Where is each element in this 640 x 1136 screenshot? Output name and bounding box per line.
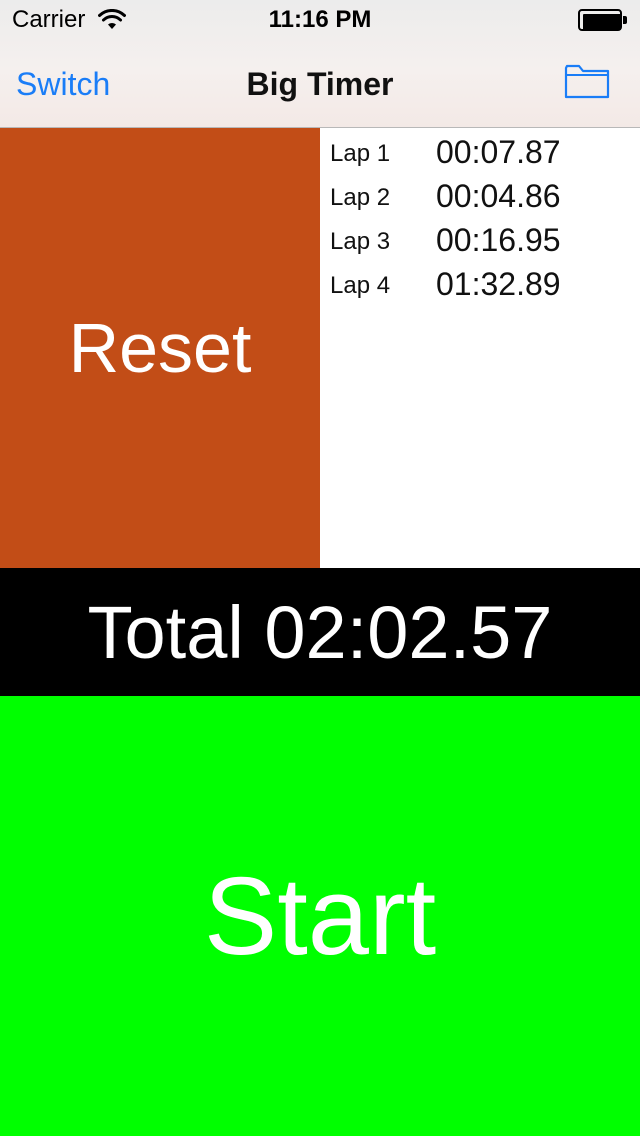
top-bar: Carrier 11:16 PM Switch Big Timer — [0, 0, 640, 128]
reset-label: Reset — [68, 309, 252, 387]
lap-time: 00:07.87 — [436, 134, 561, 170]
lap-list: Lap 1 00:07.87 Lap 2 00:04.86 Lap 3 00:1… — [320, 128, 640, 568]
lap-row: Lap 2 00:04.86 — [320, 176, 640, 220]
lap-name: Lap 4 — [330, 272, 391, 299]
start-button[interactable]: Start — [0, 696, 640, 1136]
battery-icon — [578, 9, 628, 31]
status-bar: Carrier 11:16 PM — [0, 0, 640, 40]
lap-row: Lap 3 00:16.95 — [320, 220, 640, 264]
lap-time: 00:16.95 — [436, 222, 561, 258]
lap-time: 01:32.89 — [436, 266, 561, 302]
page-title: Big Timer — [246, 66, 394, 102]
lap-time: 00:04.86 — [436, 178, 561, 214]
lap-name: Lap 2 — [330, 184, 391, 211]
app-screen: Carrier 11:16 PM Switch Big Timer Reset … — [0, 0, 640, 1136]
status-time: 11:16 PM — [268, 6, 372, 33]
start-label: Start — [203, 854, 437, 978]
total-bar: Total 02:02.57 — [0, 568, 640, 696]
reset-button[interactable]: Reset — [0, 128, 320, 568]
lap-row: Lap 1 00:07.87 — [320, 132, 640, 176]
lap-name: Lap 3 — [330, 228, 391, 255]
folder-icon[interactable] — [564, 62, 610, 100]
lap-name: Lap 1 — [330, 140, 391, 167]
total-time: Total 02:02.57 — [87, 590, 553, 674]
lap-row: Lap 4 01:32.89 — [320, 264, 640, 308]
